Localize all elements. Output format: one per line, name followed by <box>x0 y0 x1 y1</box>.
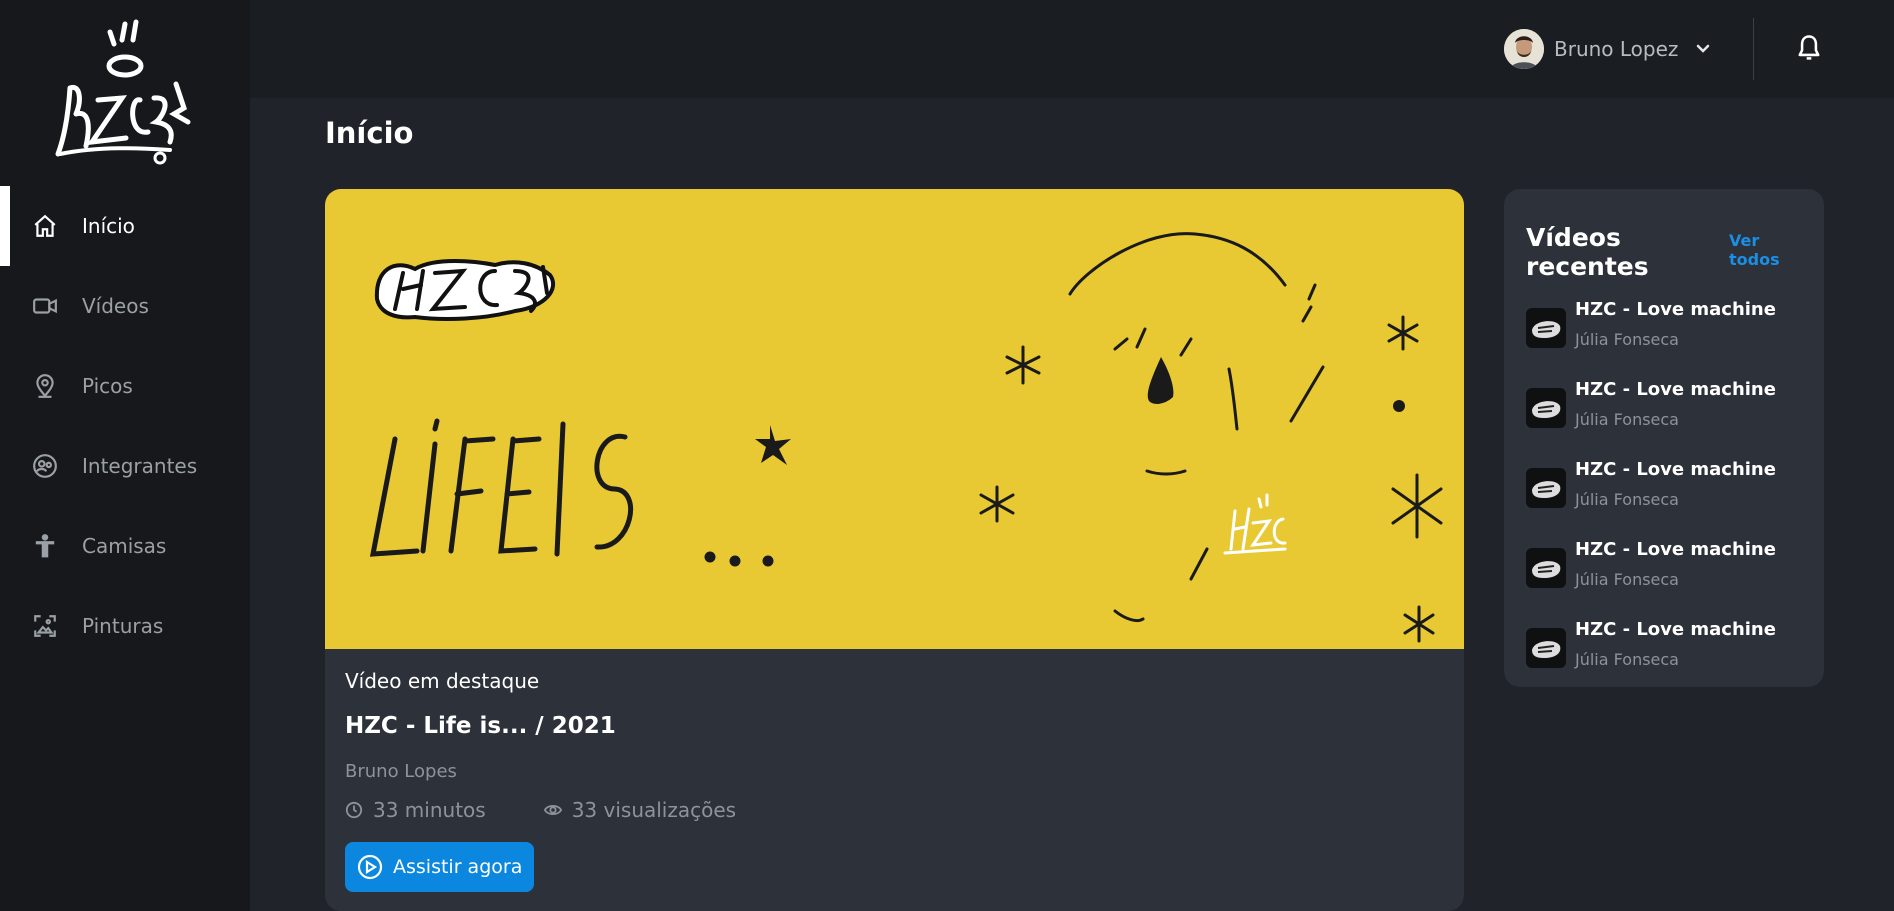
recent-video-title: HZC - Love machine <box>1575 379 1776 400</box>
person-icon <box>35 534 55 558</box>
video-camera-icon <box>33 298 57 314</box>
sidebar-nav: Início Vídeos Picos Integrantes Camisas … <box>0 186 250 666</box>
sidebar-item-inicio[interactable]: Início <box>0 186 250 266</box>
sidebar-item-label: Início <box>82 214 135 238</box>
sidebar: Início Vídeos Picos Integrantes Camisas … <box>0 0 250 911</box>
banner-hzc-logo <box>374 259 556 321</box>
recent-videos-title: Vídeos recentes <box>1526 223 1649 281</box>
recent-videos-header: Vídeos recentes Ver todos <box>1526 223 1802 281</box>
sidebar-item-picos[interactable]: Picos <box>0 346 250 426</box>
sidebar-item-pinturas[interactable]: Pinturas <box>0 586 250 666</box>
recent-video-author: Júlia Fonseca <box>1575 490 1679 509</box>
featured-info: Vídeo em destaque HZC - Life is... / 202… <box>325 649 1464 892</box>
see-all-link[interactable]: Ver todos <box>1729 231 1802 269</box>
header-divider <box>1753 18 1754 80</box>
user-name: Bruno Lopez <box>1554 37 1679 61</box>
page-title: Início <box>325 116 414 150</box>
sidebar-item-integrantes[interactable]: Integrantes <box>0 426 250 506</box>
recent-video-item[interactable]: HZC - Love machine Júlia Fonseca <box>1526 459 1802 539</box>
video-thumbnail <box>1526 548 1566 588</box>
home-icon <box>34 214 56 237</box>
video-thumbnail <box>1526 388 1566 428</box>
featured-video-card: Vídeo em destaque HZC - Life is... / 202… <box>325 189 1464 911</box>
recent-videos-list: HZC - Love machine Júlia Fonseca HZC - L… <box>1526 299 1802 699</box>
featured-title[interactable]: HZC - Life is... / 2021 <box>345 713 1444 739</box>
recent-video-item[interactable]: HZC - Love machine Júlia Fonseca <box>1526 539 1802 619</box>
duration-text: 33 minutos <box>373 798 486 822</box>
sidebar-item-camisas[interactable]: Camisas <box>0 506 250 586</box>
watch-now-label: Assistir agora <box>393 856 523 878</box>
watch-now-button[interactable]: Assistir agora <box>345 842 535 892</box>
play-circle-icon <box>357 854 383 880</box>
banner-life-is-lettering <box>369 418 774 567</box>
recent-video-title: HZC - Love machine <box>1575 459 1776 480</box>
clock-icon <box>345 801 363 819</box>
video-thumbnail <box>1526 628 1566 668</box>
sidebar-item-videos[interactable]: Vídeos <box>0 266 250 346</box>
recent-video-item[interactable]: HZC - Love machine Júlia Fonseca <box>1526 299 1802 379</box>
recent-video-author: Júlia Fonseca <box>1575 570 1679 589</box>
image-icon <box>34 615 56 637</box>
user-menu[interactable]: Bruno Lopez <box>1504 29 1710 69</box>
recent-video-title: HZC - Love machine <box>1575 539 1776 560</box>
recent-video-author: Júlia Fonseca <box>1575 650 1679 669</box>
sidebar-item-label: Camisas <box>82 534 167 558</box>
featured-kicker: Vídeo em destaque <box>345 669 540 693</box>
recent-videos-panel: Vídeos recentes Ver todos HZC - Love mac… <box>1504 189 1824 687</box>
hzc-logo[interactable] <box>50 18 200 168</box>
views-text: 33 visualizações <box>571 798 737 822</box>
chevron-down-icon[interactable] <box>1696 42 1710 56</box>
sidebar-item-label: Pinturas <box>82 614 164 638</box>
bell-icon[interactable] <box>1795 33 1823 63</box>
recent-video-item[interactable]: HZC - Love machine Júlia Fonseca <box>1526 379 1802 459</box>
video-thumbnail <box>1526 308 1566 348</box>
featured-banner[interactable] <box>325 189 1464 649</box>
users-icon <box>33 454 57 478</box>
featured-author: Bruno Lopes <box>345 761 457 782</box>
sidebar-item-label: Integrantes <box>82 454 198 478</box>
map-pin-icon <box>36 374 54 398</box>
recent-video-author: Júlia Fonseca <box>1575 410 1679 429</box>
recent-video-title: HZC - Love machine <box>1575 619 1776 640</box>
recent-video-author: Júlia Fonseca <box>1575 330 1679 349</box>
avatar <box>1504 29 1544 69</box>
recent-video-title: HZC - Love machine <box>1575 299 1776 320</box>
sidebar-item-label: Picos <box>82 374 133 398</box>
video-thumbnail <box>1526 468 1566 508</box>
duration: 33 minutos <box>345 798 486 822</box>
recent-video-item[interactable]: HZC - Love machine Júlia Fonseca <box>1526 619 1802 699</box>
eye-icon <box>543 805 562 815</box>
views: 33 visualizações <box>543 798 737 822</box>
featured-meta: 33 minutos 33 visualizações <box>345 798 1444 822</box>
sidebar-item-label: Vídeos <box>82 294 149 318</box>
